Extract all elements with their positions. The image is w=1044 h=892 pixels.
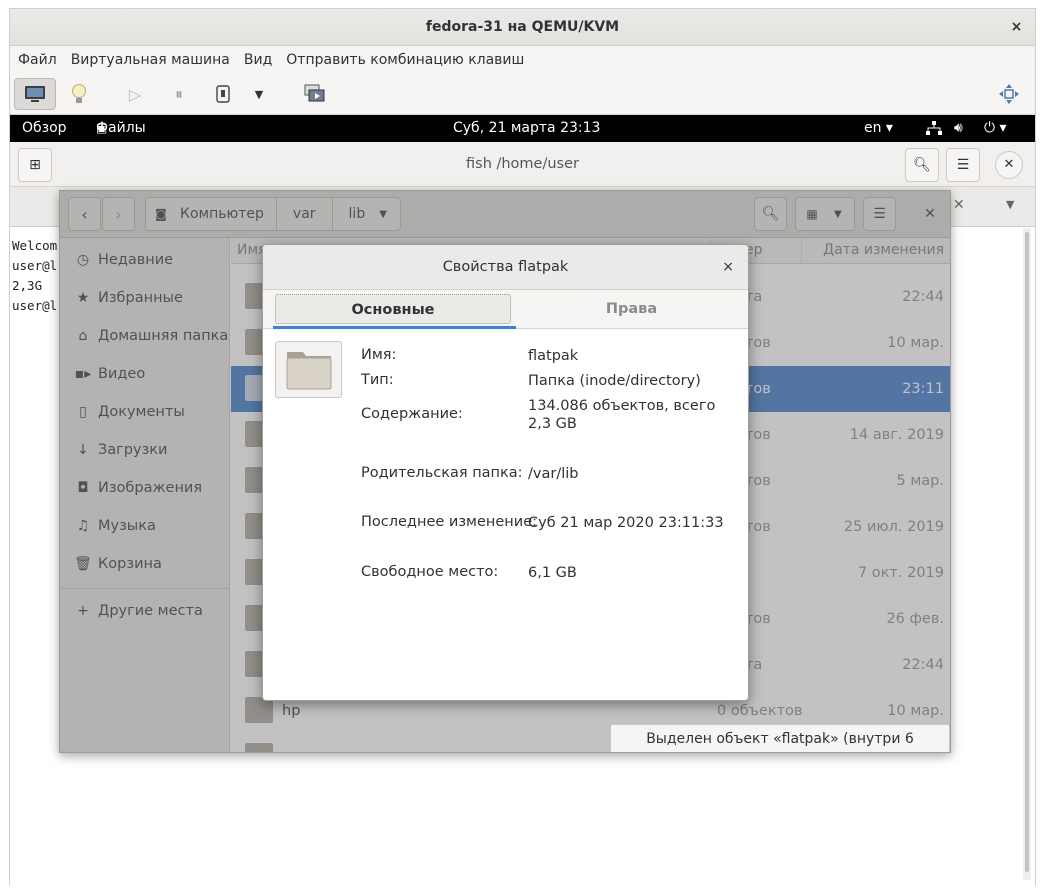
label-contents: Содержание: bbox=[361, 406, 463, 422]
terminal-line: user@l bbox=[12, 258, 58, 273]
window-titlebar: fedora-31 на QEMU/KVM × bbox=[10, 9, 1035, 46]
hamburger-icon: ☰ bbox=[956, 157, 970, 173]
label-modified: Последнее изменение: bbox=[361, 514, 537, 530]
terminal-line: user@l bbox=[12, 298, 58, 313]
run-button[interactable]: ▷ bbox=[118, 78, 152, 110]
activities-button[interactable]: Обзор bbox=[22, 115, 67, 142]
tabs-menu-icon[interactable]: ▼ bbox=[1006, 198, 1014, 211]
active-tab-indicator bbox=[273, 326, 516, 329]
play-icon: ▷ bbox=[128, 84, 142, 104]
dialog-title: Свойства flatpak bbox=[442, 259, 569, 275]
value-contents: 134.086 объектов, всего 2,3 GB bbox=[528, 398, 716, 432]
value-name[interactable]: flatpak bbox=[528, 347, 578, 365]
terminal-headerbar: ⊞ fish /home/user 🔍︎ ☰ ✕ bbox=[10, 142, 1035, 187]
volume-icon[interactable]: 🔊︎ bbox=[954, 115, 963, 142]
clock[interactable]: Суб, 21 марта 23:13 bbox=[453, 115, 600, 142]
close-icon: × bbox=[1010, 19, 1023, 35]
label-free-space: Свободное место: bbox=[361, 564, 499, 580]
menu-send-keys[interactable]: Отправить комбинацию клавиш bbox=[286, 52, 524, 68]
properties-dialog: Свойства flatpak × Основные Права Имя: f… bbox=[262, 244, 749, 701]
folder-icon bbox=[286, 352, 332, 390]
lightbulb-icon bbox=[72, 84, 86, 103]
fullscreen-icon bbox=[999, 84, 1019, 104]
folder-preview bbox=[275, 341, 342, 398]
tab-basic[interactable]: Основные bbox=[275, 294, 511, 324]
selection-status: Выделен объект «flatpak» (внутри 6 объек… bbox=[610, 724, 950, 752]
power-icon bbox=[216, 85, 230, 103]
label-name: Имя: bbox=[361, 347, 397, 363]
window-title: fedora-31 на QEMU/KVM bbox=[425, 19, 620, 35]
terminal-output[interactable]: Welcom user@l 2,3G user@l bbox=[12, 236, 57, 316]
dialog-titlebar: Свойства flatpak × bbox=[263, 245, 748, 290]
fullscreen-button[interactable] bbox=[992, 78, 1026, 110]
console-view-button[interactable] bbox=[14, 78, 56, 110]
terminal-menu-button[interactable]: ☰ bbox=[946, 148, 980, 182]
power-menu-icon[interactable]: ⏻ ▾ bbox=[984, 115, 1007, 142]
tab-close-icon[interactable]: ✕ bbox=[953, 197, 965, 213]
menu-view[interactable]: Вид bbox=[244, 52, 272, 68]
window-close-button[interactable]: × bbox=[998, 9, 1035, 46]
new-tab-icon: ⊞ bbox=[29, 157, 41, 173]
dialog-close-button[interactable]: × bbox=[722, 245, 734, 290]
terminal-line: Welcom bbox=[12, 238, 58, 253]
menubar: Файл Виртуальная машина Вид Отправить ко… bbox=[10, 46, 1035, 73]
close-icon: × bbox=[722, 259, 734, 275]
snapshots-button[interactable] bbox=[298, 78, 332, 110]
terminal-search-button[interactable]: 🔍︎ bbox=[905, 148, 939, 182]
details-view-button[interactable] bbox=[62, 78, 96, 110]
value-parent-folder[interactable]: /var/lib bbox=[528, 465, 578, 483]
value-free-space: 6,1 GB bbox=[528, 565, 577, 581]
search-icon: 🔍︎ bbox=[913, 157, 931, 173]
label-type: Тип: bbox=[361, 372, 394, 388]
network-icon[interactable] bbox=[926, 115, 942, 142]
menu-vm[interactable]: Виртуальная машина bbox=[71, 52, 230, 68]
menu-file[interactable]: Файл bbox=[18, 52, 57, 68]
toolbar: ▷ ⏸ ▼ bbox=[10, 73, 1035, 115]
close-icon: ✕ bbox=[1003, 157, 1015, 172]
shutdown-button[interactable] bbox=[206, 78, 240, 110]
keyboard-layout[interactable]: en ▾ bbox=[864, 115, 893, 142]
value-modified: Суб 21 мар 2020 23:11:33 bbox=[528, 515, 724, 531]
monitor-icon bbox=[25, 86, 45, 102]
pause-button[interactable]: ⏸ bbox=[162, 78, 196, 110]
snapshot-icon bbox=[304, 84, 325, 102]
tab-permissions[interactable]: Права bbox=[517, 294, 746, 324]
dialog-tabs: Основные Права bbox=[263, 290, 748, 329]
gnome-top-bar: Обзор ▣ Файлы ▾ Суб, 21 марта 23:13 en ▾… bbox=[10, 115, 1035, 163]
caret-down-icon: ▼ bbox=[254, 87, 264, 101]
shutdown-menu-button[interactable]: ▼ bbox=[246, 78, 272, 110]
pause-icon: ⏸ bbox=[175, 85, 183, 103]
label-parent-folder: Родительская папка: bbox=[361, 465, 523, 481]
terminal-close-button[interactable]: ✕ bbox=[995, 151, 1023, 179]
terminal-line: 2,3G bbox=[12, 278, 43, 293]
value-type: Папка (inode/directory) bbox=[528, 373, 701, 389]
terminal-title: fish /home/user bbox=[466, 156, 579, 172]
new-tab-button[interactable]: ⊞ bbox=[18, 148, 52, 182]
terminal-scrollbar[interactable] bbox=[1023, 228, 1031, 880]
